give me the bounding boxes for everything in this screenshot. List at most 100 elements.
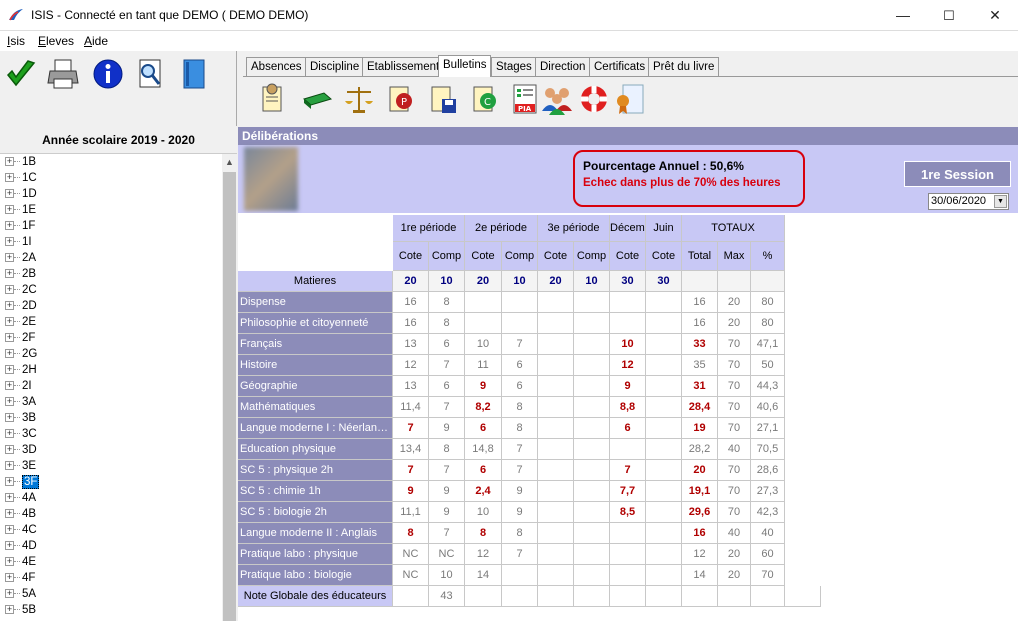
expand-plus-icon[interactable]: +	[5, 269, 14, 278]
maximize-button[interactable]: ☐	[926, 0, 972, 31]
expand-plus-icon[interactable]: +	[5, 413, 14, 422]
report-save-icon[interactable]	[426, 81, 460, 117]
report-card-icon[interactable]	[257, 81, 291, 117]
expand-plus-icon[interactable]: +	[5, 365, 14, 374]
class-label: 2H	[22, 364, 37, 376]
class-item[interactable]: +2C	[0, 282, 222, 298]
class-item[interactable]: +3D	[0, 442, 222, 458]
search-document-icon[interactable]	[133, 57, 167, 91]
expand-plus-icon[interactable]: +	[5, 461, 14, 470]
printer-icon[interactable]	[46, 57, 80, 91]
class-item[interactable]: +4F	[0, 570, 222, 586]
scroll-up-arrow-icon[interactable]: ▲	[222, 154, 237, 171]
expand-plus-icon[interactable]: +	[5, 445, 14, 454]
tab-discipline[interactable]: Discipline	[305, 57, 365, 76]
expand-plus-icon[interactable]: +	[5, 589, 14, 598]
class-item[interactable]: +2G	[0, 346, 222, 362]
tree-connector	[14, 225, 20, 226]
class-item[interactable]: +1E	[0, 202, 222, 218]
grade-cell: 19	[682, 418, 718, 439]
tab-stages[interactable]: Stages	[491, 57, 537, 76]
expand-plus-icon[interactable]: +	[5, 317, 14, 326]
tab-bulletins[interactable]: Bulletins	[438, 55, 492, 77]
close-button[interactable]: ✕	[972, 0, 1018, 31]
expand-plus-icon[interactable]: +	[5, 381, 14, 390]
lifebuoy-icon[interactable]	[577, 81, 611, 117]
expand-plus-icon[interactable]: +	[5, 157, 14, 166]
expand-plus-icon[interactable]: +	[5, 333, 14, 342]
class-item[interactable]: +4E	[0, 554, 222, 570]
info-icon[interactable]	[91, 57, 125, 91]
class-item[interactable]: +2I	[0, 378, 222, 394]
expand-plus-icon[interactable]: +	[5, 301, 14, 310]
class-tree-scrollbar[interactable]: ▲	[222, 154, 237, 621]
pia-document-icon[interactable]: PIA	[509, 81, 543, 117]
book-icon[interactable]	[177, 57, 211, 91]
expand-plus-icon[interactable]: +	[5, 237, 14, 246]
expand-plus-icon[interactable]: +	[5, 189, 14, 198]
subject-cell: Géographie	[238, 376, 393, 397]
subject-cell: Pratique labo : biologie	[238, 565, 393, 586]
grade-cell	[646, 418, 682, 439]
expand-plus-icon[interactable]: +	[5, 221, 14, 230]
class-item[interactable]: +3C	[0, 426, 222, 442]
class-item[interactable]: +2H	[0, 362, 222, 378]
menu-eleves[interactable]: Eleves	[38, 34, 74, 48]
refresh-arrow-icon[interactable]	[4, 57, 38, 91]
class-item[interactable]: +3B	[0, 410, 222, 426]
class-item[interactable]: +3F	[0, 474, 222, 490]
class-item[interactable]: +1I	[0, 234, 222, 250]
class-item[interactable]: +3E	[0, 458, 222, 474]
deliberation-date-select[interactable]: 30/06/2020 ▼	[928, 193, 1009, 210]
green-stamp-icon[interactable]	[300, 81, 334, 117]
class-item[interactable]: +1B	[0, 154, 222, 170]
scales-icon[interactable]	[342, 81, 376, 117]
session-button[interactable]: 1re Session	[904, 161, 1011, 187]
expand-plus-icon[interactable]: +	[5, 573, 14, 582]
tab-pret-du-livre[interactable]: Prêt du livre	[648, 57, 720, 76]
expand-plus-icon[interactable]: +	[5, 173, 14, 182]
expand-plus-icon[interactable]: +	[5, 509, 14, 518]
tab-certificats[interactable]: Certificats	[589, 57, 651, 76]
class-item[interactable]: +5B	[0, 602, 222, 618]
scroll-thumb[interactable]	[223, 172, 236, 621]
expand-plus-icon[interactable]: +	[5, 253, 14, 262]
expand-plus-icon[interactable]: +	[5, 397, 14, 406]
expand-plus-icon[interactable]: +	[5, 349, 14, 358]
expand-plus-icon[interactable]: +	[5, 429, 14, 438]
class-item[interactable]: +4A	[0, 490, 222, 506]
expand-plus-icon[interactable]: +	[5, 525, 14, 534]
class-item[interactable]: +4B	[0, 506, 222, 522]
class-item[interactable]: +2D	[0, 298, 222, 314]
expand-plus-icon[interactable]: +	[5, 605, 14, 614]
tab-etablissement[interactable]: Etablissement	[362, 57, 445, 76]
class-item[interactable]: +1C	[0, 170, 222, 186]
class-item[interactable]: +1F	[0, 218, 222, 234]
class-item[interactable]: +5A	[0, 586, 222, 602]
class-item[interactable]: +4C	[0, 522, 222, 538]
class-item[interactable]: +2B	[0, 266, 222, 282]
certificate-ribbon-icon[interactable]	[613, 81, 647, 117]
class-item[interactable]: +1D	[0, 186, 222, 202]
expand-plus-icon[interactable]: +	[5, 541, 14, 550]
class-item[interactable]: +3A	[0, 394, 222, 410]
class-item[interactable]: +2F	[0, 330, 222, 346]
expand-plus-icon[interactable]: +	[5, 557, 14, 566]
expand-plus-icon[interactable]: +	[5, 205, 14, 214]
class-item[interactable]: +2A	[0, 250, 222, 266]
expand-plus-icon[interactable]: +	[5, 285, 14, 294]
report-p-icon[interactable]: P	[384, 81, 418, 117]
minimize-button[interactable]: —	[880, 0, 926, 31]
grade-cell: 70	[718, 376, 751, 397]
users-group-icon[interactable]	[540, 81, 574, 117]
dropdown-arrow-icon[interactable]: ▼	[994, 195, 1007, 208]
class-item[interactable]: +2E	[0, 314, 222, 330]
class-item[interactable]: +4D	[0, 538, 222, 554]
tab-absences[interactable]: Absences	[246, 57, 307, 76]
menu-isis[interactable]: Isis	[7, 34, 25, 48]
report-c-icon[interactable]: C	[468, 81, 502, 117]
menu-aide[interactable]: Aide	[84, 34, 108, 48]
tab-direction[interactable]: Direction	[535, 57, 591, 76]
expand-plus-icon[interactable]: +	[5, 493, 14, 502]
expand-plus-icon[interactable]: +	[5, 477, 14, 486]
